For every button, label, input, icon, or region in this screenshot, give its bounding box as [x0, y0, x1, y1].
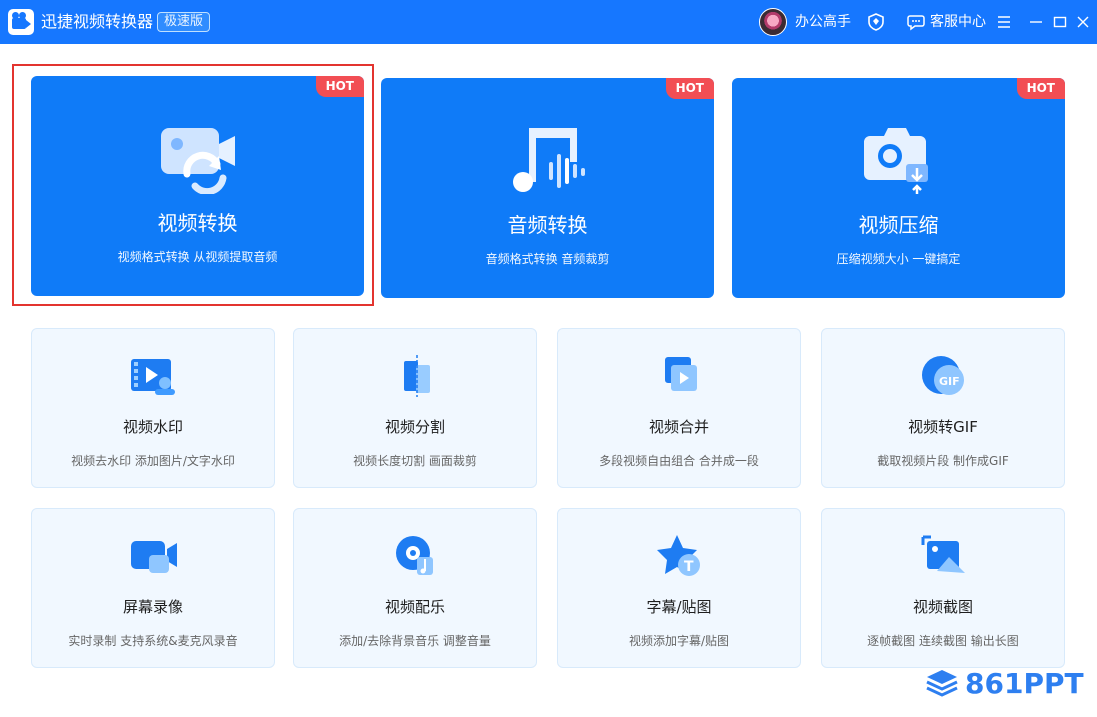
- close-icon[interactable]: [1073, 12, 1093, 32]
- tool-title: 屏幕录像: [122, 598, 183, 616]
- tool-card-split[interactable]: 视频分割 视频长度切割 画面裁剪: [293, 328, 537, 488]
- video-compress-icon: [864, 128, 928, 194]
- layers-icon: [926, 670, 958, 697]
- tool-card-merge[interactable]: 视频合并 多段视频自由组合 合并成一段: [557, 328, 801, 488]
- split-icon: [404, 355, 430, 397]
- card-title: 视频转换: [157, 211, 238, 235]
- subtitle-sticker-icon: T: [657, 535, 700, 576]
- tool-subtitle: 多段视频自由组合 合并成一段: [599, 454, 759, 468]
- tool-title: 视频分割: [384, 418, 445, 436]
- card-title: 音频转换: [507, 213, 588, 237]
- menu-icon[interactable]: [994, 12, 1014, 32]
- tool-title: 视频水印: [122, 418, 183, 436]
- tool-title: 视频配乐: [384, 598, 445, 616]
- tool-subtitle: 视频添加字幕/贴图: [628, 634, 730, 648]
- tool-card-watermark[interactable]: 视频水印 视频去水印 添加图片/文字水印: [31, 328, 275, 488]
- tool-title: 字幕/贴图: [646, 598, 712, 616]
- card-title: 视频压缩: [858, 213, 939, 237]
- tool-card-screenshot[interactable]: 视频截图 逐帧截图 连续截图 输出长图: [821, 508, 1065, 668]
- tool-card-screen-record[interactable]: 屏幕录像 实时录制 支持系统&麦克风录音: [31, 508, 275, 668]
- card-subtitle: 音频格式转换 音频裁剪: [485, 252, 610, 266]
- tool-subtitle: 实时录制 支持系统&麦克风录音: [68, 634, 238, 648]
- tool-title: 视频合并: [648, 418, 709, 436]
- customer-service-label[interactable]: 客服中心: [930, 13, 986, 31]
- vip-shield-icon[interactable]: [867, 13, 885, 31]
- gif-icon-text: GIF: [939, 375, 960, 388]
- hot-badge: HOT: [1016, 78, 1065, 99]
- maximize-icon[interactable]: [1050, 12, 1070, 32]
- title-bar: 迅捷视频转换器 极速版 办公高手 客服中心: [0, 0, 1097, 44]
- tool-card-subtitle-sticker[interactable]: T 字幕/贴图 视频添加字幕/贴图: [557, 508, 801, 668]
- audio-convert-card[interactable]: HOT 音频转换 音频格式转换 音频裁剪: [381, 78, 714, 298]
- minimize-icon[interactable]: [1026, 12, 1046, 32]
- tool-subtitle: 视频去水印 添加图片/文字水印: [71, 454, 235, 468]
- hot-badge: HOT: [315, 76, 364, 97]
- tool-subtitle: 添加/去除背景音乐 调整音量: [339, 634, 491, 648]
- video-compress-card[interactable]: HOT 视频压缩 压缩视频大小 一键搞定: [732, 78, 1065, 298]
- card-subtitle: 压缩视频大小 一键搞定: [836, 252, 961, 266]
- app-title: 迅捷视频转换器: [41, 12, 154, 31]
- tool-subtitle: 逐帧截图 连续截图 输出长图: [867, 634, 1019, 648]
- card-subtitle: 视频格式转换 从视频提取音频: [117, 250, 278, 264]
- tool-subtitle: 截取视频片段 制作成GIF: [877, 454, 1009, 468]
- tool-card-gif[interactable]: GIF 视频转GIF 截取视频片段 制作成GIF: [821, 328, 1065, 488]
- video-convert-card[interactable]: HOT 视频转换 视频格式转换 从视频提取音频: [31, 76, 364, 296]
- tool-title: 视频转GIF: [908, 418, 978, 436]
- sticker-icon-text: T: [684, 559, 694, 575]
- customer-service-icon[interactable]: [907, 13, 925, 31]
- tool-subtitle: 视频长度切割 画面裁剪: [353, 454, 477, 468]
- tool-title: 视频截图: [912, 598, 973, 616]
- gif-icon: GIF: [922, 356, 964, 395]
- screenshot-icon: [921, 535, 965, 573]
- avatar[interactable]: [759, 8, 787, 36]
- screen-record-icon: [131, 541, 177, 573]
- watermark-icon: [131, 359, 175, 395]
- edition-badge: 极速版: [157, 12, 211, 32]
- tool-card-music[interactable]: 视频配乐 添加/去除背景音乐 调整音量: [293, 508, 537, 668]
- watermark-text: 861PPT: [965, 666, 1084, 700]
- user-name[interactable]: 办公高手: [795, 13, 851, 31]
- site-watermark: 861PPT: [925, 665, 1084, 701]
- audio-convert-icon: [513, 128, 585, 192]
- app-logo-icon: [8, 9, 34, 35]
- merge-icon: [665, 357, 697, 391]
- video-convert-icon: [161, 128, 235, 194]
- music-icon: [396, 536, 433, 575]
- hot-badge: HOT: [665, 78, 714, 99]
